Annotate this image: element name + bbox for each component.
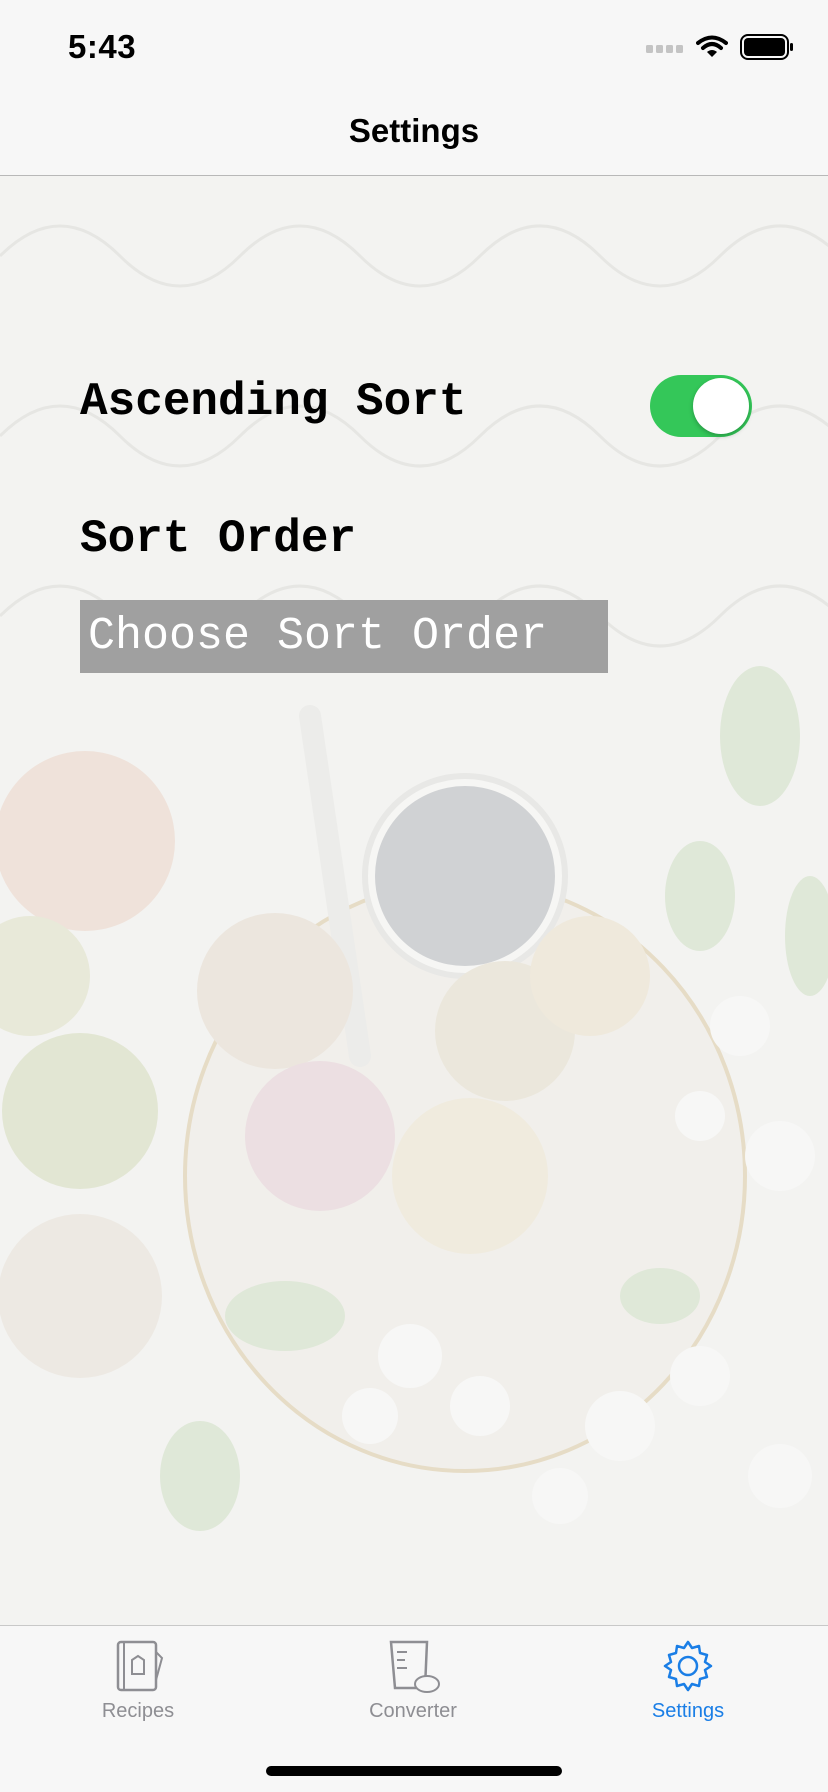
sort-order-label: Sort Order — [80, 513, 357, 565]
ascending-sort-toggle[interactable] — [650, 375, 752, 437]
ascending-sort-label: Ascending Sort — [80, 376, 467, 428]
status-bar: 5:43 — [0, 0, 828, 98]
page-title: Settings — [348, 112, 480, 149]
cellular-signal-icon — [646, 45, 683, 53]
toggle-knob — [693, 378, 749, 434]
status-time: 5:43 — [68, 28, 137, 65]
tab-converter[interactable]: Converter — [313, 1638, 513, 1748]
status-icons — [646, 34, 794, 60]
choose-sort-order-button[interactable]: Choose Sort Order — [80, 600, 608, 673]
navigation-bar: Settings — [0, 98, 828, 176]
tab-recipes[interactable]: Recipes — [38, 1638, 238, 1748]
tab-converter-label: Converter — [369, 1700, 457, 1722]
tab-settings[interactable]: Settings — [588, 1638, 788, 1748]
home-indicator — [266, 1766, 562, 1776]
measuring-cup-icon — [389, 1640, 440, 1693]
tab-recipes-label: Recipes — [101, 1700, 175, 1722]
wifi-icon — [696, 35, 728, 57]
recipe-book-icon — [116, 1640, 164, 1692]
gear-icon — [663, 1640, 713, 1692]
battery-icon — [740, 34, 793, 60]
tab-settings-label: Settings — [651, 1700, 725, 1722]
